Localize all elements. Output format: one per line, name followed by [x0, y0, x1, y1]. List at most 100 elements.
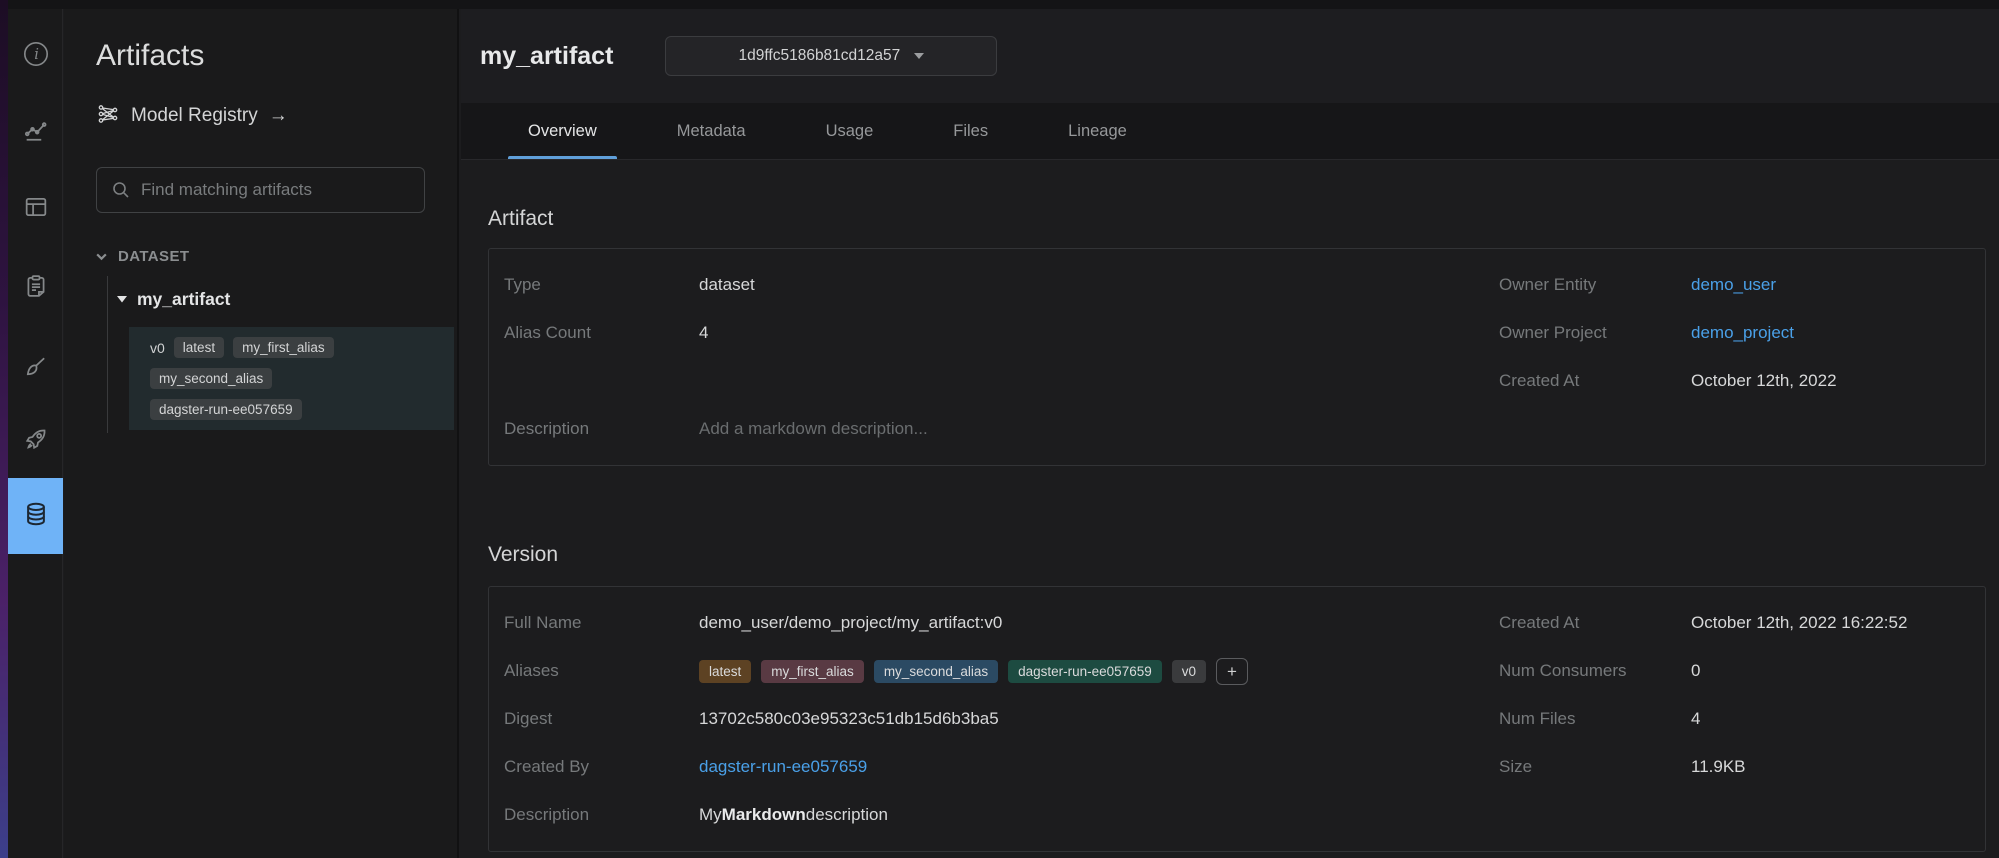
field-label: Digest	[504, 709, 699, 729]
tree-alias-tag: my_first_alias	[233, 337, 334, 358]
tab-usage[interactable]: Usage	[806, 103, 894, 159]
version-id: 1d9ffc5186b81cd12a57	[739, 47, 901, 65]
tree-alias-tag: my_second_alias	[150, 368, 272, 389]
field-label: Num Consumers	[1499, 661, 1691, 681]
info-row: Description My Markdown description	[489, 791, 1985, 839]
tab-lineage[interactable]: Lineage	[1048, 103, 1147, 159]
nav-rail: i	[8, 9, 63, 858]
artifacts-rail-item-active[interactable]	[8, 478, 63, 554]
version-section-heading: Version	[488, 540, 1986, 570]
artifact-info-box: Type dataset Owner Entity demo_user Alia…	[488, 248, 1986, 466]
description-editor[interactable]: Add a markdown description...	[699, 419, 1499, 439]
triangle-down-icon	[117, 296, 127, 303]
field-value: 4	[699, 323, 1499, 343]
field-value: 11.9KB	[1691, 757, 1985, 777]
info-row: Full Name demo_user/demo_project/my_arti…	[489, 599, 1985, 647]
version-dropdown[interactable]: 1d9ffc5186b81cd12a57	[665, 36, 997, 76]
artifacts-sidebar: Artifacts Model Registry →	[64, 9, 459, 858]
alias-chip[interactable]: my_second_alias	[874, 660, 998, 683]
model-registry-icon	[96, 102, 120, 131]
owner-project-link[interactable]: demo_project	[1691, 323, 1794, 342]
tree-group-dataset[interactable]: DATASET	[95, 246, 457, 266]
field-label: Created By	[504, 757, 699, 777]
tree-version-row: my_second_alias	[137, 363, 446, 394]
tree-version-row: dagster-run-ee057659	[137, 394, 446, 425]
database-icon	[21, 499, 51, 534]
tree-alias-tag: latest	[174, 337, 224, 358]
chevron-down-icon	[95, 250, 108, 263]
field-label: Description	[504, 419, 699, 439]
main-panel: my_artifact 1d9ffc5186b81cd12a57 Overvie…	[461, 9, 1999, 858]
owner-entity-link[interactable]: demo_user	[1691, 275, 1776, 294]
tree-group-label: DATASET	[118, 248, 189, 265]
field-label: Created At	[1499, 613, 1691, 633]
charts-icon[interactable]	[8, 110, 63, 152]
field-label: Aliases	[504, 661, 699, 681]
info-row: Created By dagster-run-ee057659 Size 11.…	[489, 743, 1985, 791]
field-value: 4	[1691, 709, 1985, 729]
field-value: 0	[1691, 661, 1985, 681]
info-row: Type dataset Owner Entity demo_user	[489, 261, 1985, 309]
tree-artifact-label: my_artifact	[137, 289, 230, 310]
model-registry-label: Model Registry	[131, 105, 258, 127]
alias-chip[interactable]: dagster-run-ee057659	[1008, 660, 1162, 683]
info-row: Aliases latest my_first_alias my_second_…	[489, 647, 1985, 695]
info-row: Alias Count 4 Owner Project demo_project	[489, 309, 1985, 357]
tree-version-v0-selected[interactable]: v0 latest my_first_alias my_second_alias…	[129, 327, 454, 430]
app-window: i	[0, 0, 1999, 858]
field-label: Full Name	[504, 613, 699, 633]
version-number: v0	[150, 340, 165, 356]
field-label: Type	[504, 275, 699, 295]
info-row: Digest 13702c580c03e95323c51db15d6b3ba5 …	[489, 695, 1985, 743]
model-registry-link[interactable]: Model Registry →	[96, 103, 457, 129]
field-label: Description	[504, 805, 699, 825]
alias-chip-list: latest my_first_alias my_second_alias da…	[699, 658, 1499, 685]
window-top-edge	[8, 0, 1999, 9]
created-by-run-link[interactable]: dagster-run-ee057659	[699, 757, 867, 777]
tab-files[interactable]: Files	[933, 103, 1008, 159]
caret-down-icon	[914, 53, 924, 59]
sweeps-brush-icon[interactable]	[8, 346, 63, 388]
field-label: Owner Entity	[1499, 275, 1691, 295]
field-value: 13702c580c03e95323c51db15d6b3ba5	[699, 709, 1499, 729]
version-info-box: Full Name demo_user/demo_project/my_arti…	[488, 586, 1986, 852]
info-row: Created At October 12th, 2022	[489, 357, 1985, 405]
artifact-title: my_artifact	[480, 42, 613, 71]
artifact-section-heading: Artifact	[488, 204, 1986, 234]
tab-metadata[interactable]: Metadata	[657, 103, 766, 159]
field-value: dataset	[699, 275, 1499, 295]
field-label: Num Files	[1499, 709, 1691, 729]
artifact-header: my_artifact 1d9ffc5186b81cd12a57	[461, 9, 1999, 103]
field-value: October 12th, 2022 16:22:52	[1691, 613, 1985, 633]
launch-rocket-icon[interactable]	[8, 418, 63, 460]
field-label: Created At	[1499, 371, 1691, 391]
field-label: Owner Project	[1499, 323, 1691, 343]
tree-guide-line	[107, 276, 108, 433]
version-description: My Markdown description	[699, 805, 1499, 825]
info-row: Description Add a markdown description..…	[489, 405, 1985, 453]
alias-chip[interactable]: my_first_alias	[761, 660, 864, 683]
tables-icon[interactable]	[8, 186, 63, 228]
alias-chip[interactable]: latest	[699, 660, 751, 683]
field-value: October 12th, 2022	[1691, 371, 1985, 391]
search-icon	[111, 180, 131, 200]
tab-bar: Overview Metadata Usage Files Lineage	[461, 103, 1999, 160]
arrow-right-icon: →	[269, 105, 288, 127]
tab-overview[interactable]: Overview	[508, 103, 617, 159]
brand-gradient-strip	[0, 0, 8, 858]
search-input[interactable]	[141, 180, 410, 200]
add-alias-button[interactable]: +	[1216, 658, 1248, 685]
page-title: Artifacts	[64, 9, 457, 76]
info-icon[interactable]: i	[8, 33, 63, 75]
tree-version-row: v0 latest my_first_alias	[137, 332, 446, 363]
tree-alias-tag: dagster-run-ee057659	[150, 399, 302, 420]
artifact-search[interactable]	[96, 167, 425, 213]
svg-text:i: i	[34, 46, 39, 63]
alias-chip[interactable]: v0	[1172, 660, 1206, 683]
field-label: Alias Count	[504, 323, 699, 343]
tree-item-my-artifact[interactable]: my_artifact	[117, 287, 457, 312]
overview-content: Artifact Type dataset Owner Entity demo_…	[461, 204, 1999, 852]
reports-clipboard-icon[interactable]	[8, 265, 63, 307]
field-label: Size	[1499, 757, 1691, 777]
field-value: demo_user/demo_project/my_artifact:v0	[699, 613, 1499, 633]
